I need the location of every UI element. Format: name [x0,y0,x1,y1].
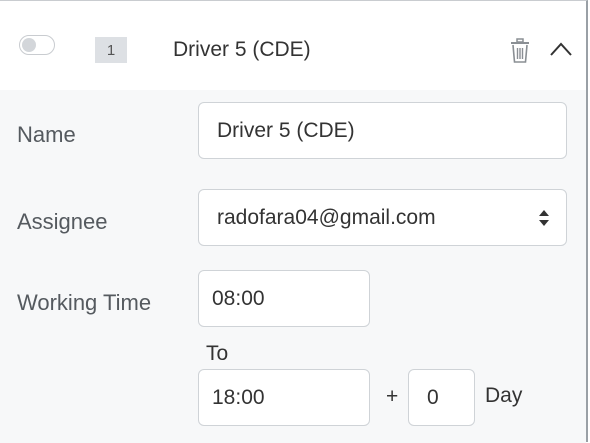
to-label: To [206,342,229,365]
driver-panel: 1 Driver 5 (CDE) Name Driver 5 (CDE) Ass… [0,0,588,443]
trash-icon[interactable] [509,38,531,64]
assignee-select-value: radofara04@gmail.com [217,205,436,229]
start-time-value: 08:00 [212,286,265,310]
day-offset-value: 0 [427,385,439,409]
day-label: Day [485,384,523,407]
end-time-input[interactable]: 18:00 [198,369,370,426]
working-time-label: Working Time [17,290,152,315]
toggle-knob [22,38,36,52]
name-input[interactable]: Driver 5 (CDE) [198,102,567,159]
name-label: Name [17,122,76,147]
driver-index-badge: 1 [95,37,127,63]
assignee-select[interactable]: radofara04@gmail.com [198,189,567,246]
name-input-value: Driver 5 (CDE) [217,118,355,142]
assignee-label: Assignee [17,209,108,234]
start-time-input[interactable]: 08:00 [198,270,370,327]
driver-header[interactable]: 1 Driver 5 (CDE) [0,2,586,90]
day-offset-input[interactable]: 0 [408,369,475,426]
end-time-value: 18:00 [212,385,265,409]
driver-enable-toggle[interactable] [19,35,55,55]
chevron-up-icon[interactable] [549,40,573,58]
select-sort-icon [539,209,549,226]
driver-title: Driver 5 (CDE) [173,38,311,61]
plus-label: + [386,385,399,408]
driver-form: Name Driver 5 (CDE) Assignee radofara04@… [0,90,586,443]
